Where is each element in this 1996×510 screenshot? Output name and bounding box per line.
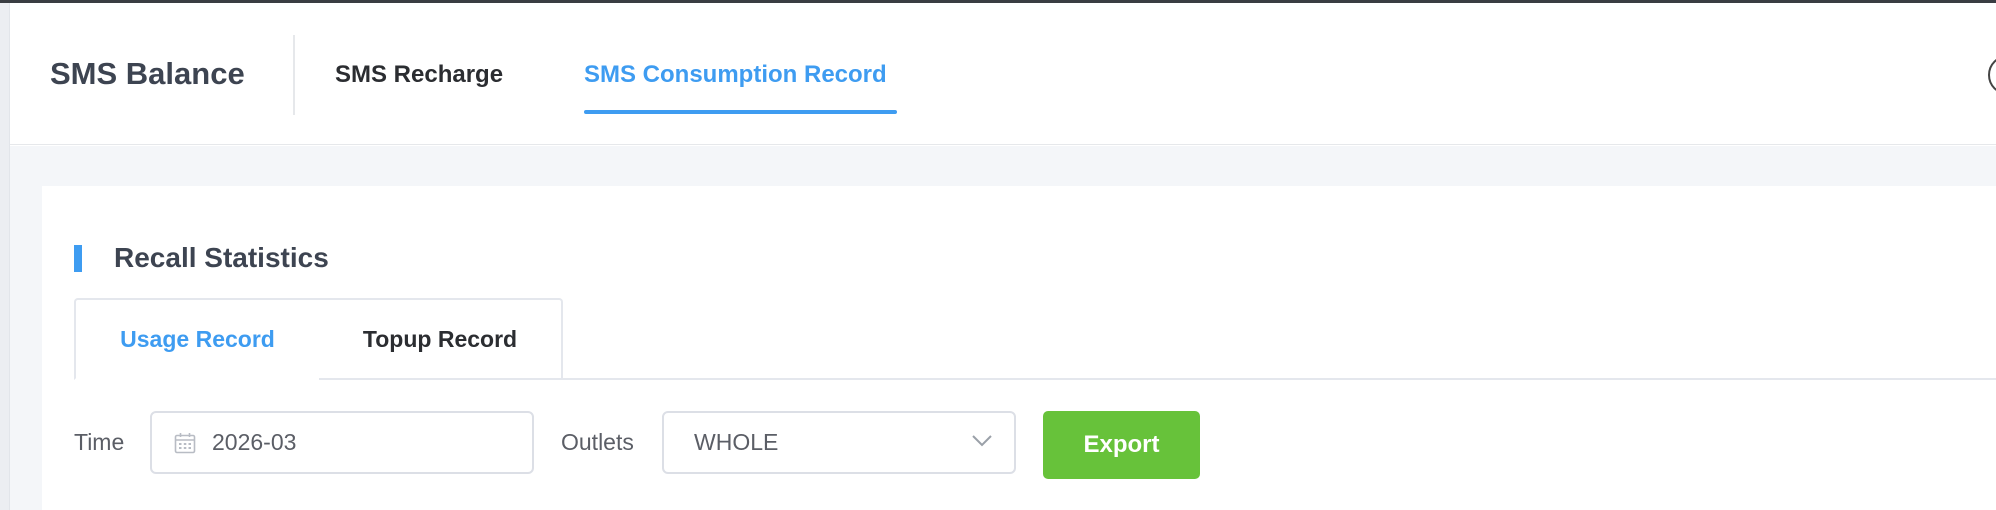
active-tab-indicator [584, 110, 897, 114]
tab-sms-consumption-record[interactable]: SMS Consumption Record [584, 61, 887, 89]
outlets-select[interactable]: WHOLE [662, 411, 1016, 474]
outlets-value: WHOLE [694, 429, 779, 455]
top-header: SMS Balance SMS Recharge SMS Consumption… [10, 3, 1996, 145]
header-divider [293, 35, 295, 115]
circle-icon[interactable] [1988, 55, 1996, 95]
section-accent-bar [74, 245, 82, 272]
export-button[interactable]: Export [1043, 411, 1200, 479]
month-value: 2026-03 [212, 429, 297, 455]
section-title: Recall Statistics [114, 242, 329, 273]
chevron-down-icon [972, 435, 992, 447]
tab-sms-recharge[interactable]: SMS Recharge [335, 61, 503, 89]
page-title: SMS Balance [50, 56, 245, 91]
tab-topup-record[interactable]: Topup Record [319, 298, 563, 380]
left-edge [0, 3, 10, 510]
time-label: Time [74, 429, 125, 455]
calendar-icon [174, 432, 196, 453]
outlets-label: Outlets [561, 429, 634, 455]
tab-usage-record[interactable]: Usage Record [74, 298, 321, 380]
month-picker[interactable]: 2026-03 [150, 411, 534, 474]
